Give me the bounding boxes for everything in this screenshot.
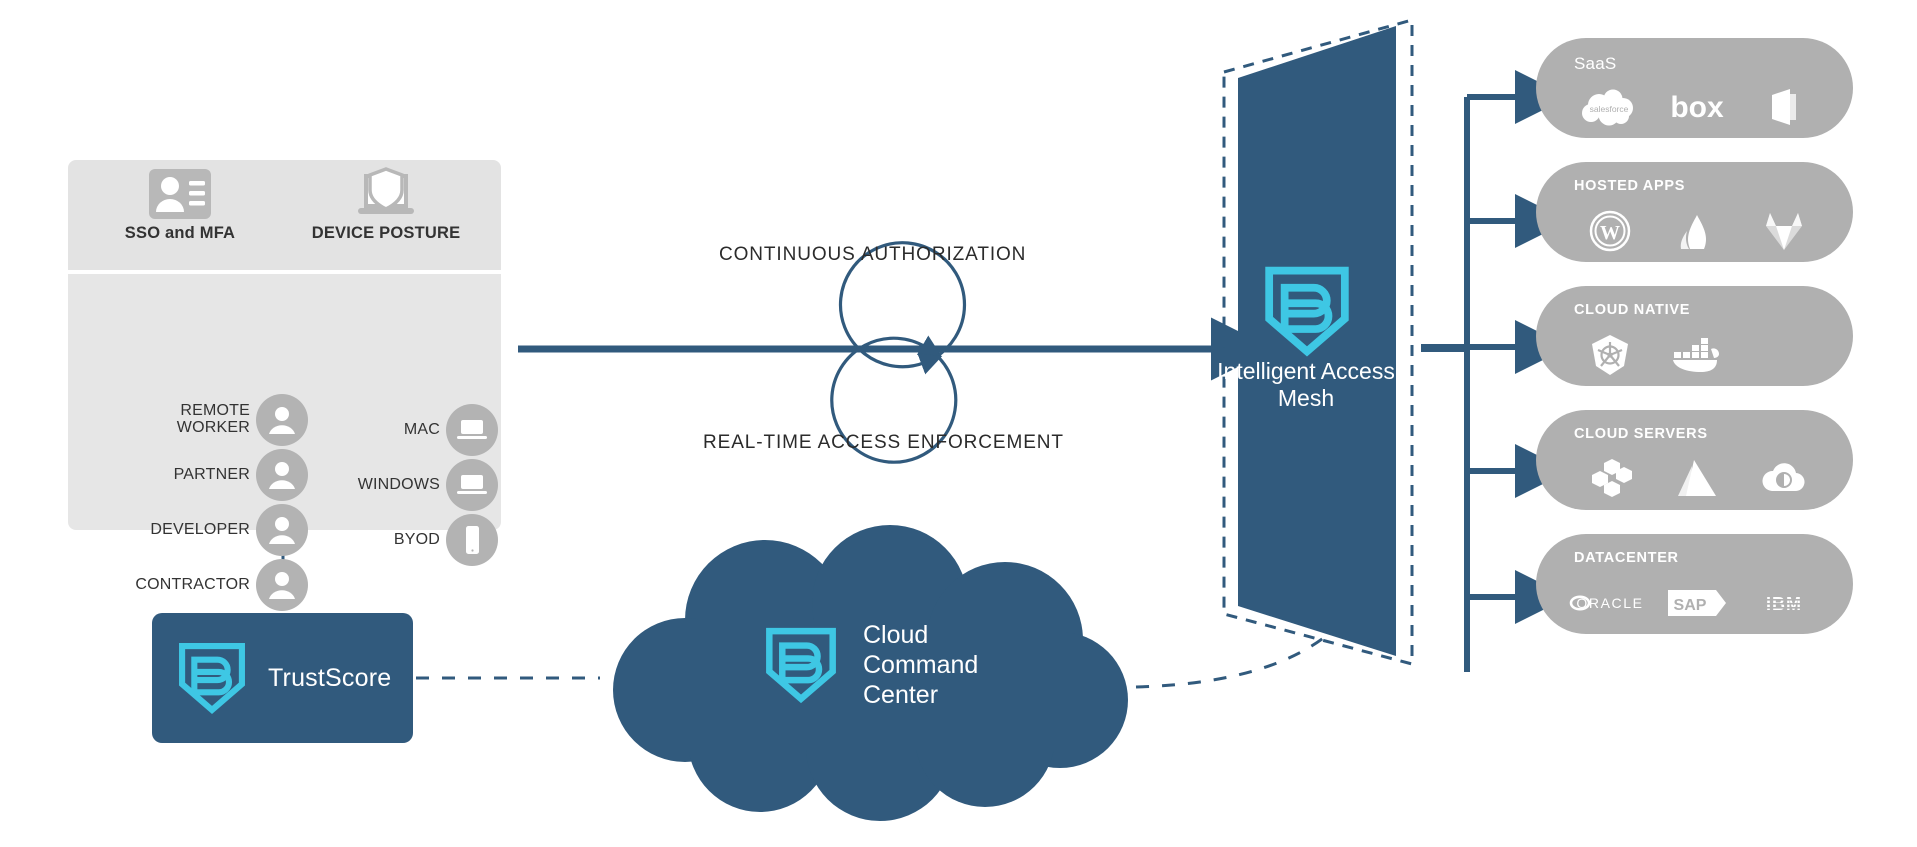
user-type-list: REMOTE WORKER PARTNER DEVELOPER CONTRACT… (68, 392, 308, 612)
list-item[interactable]: MAC (308, 402, 498, 457)
user-type-label: PARTNER (173, 465, 250, 483)
service-card-hosted-apps[interactable]: HOSTED APPS W (1536, 162, 1853, 262)
mesh-title: Intelligent Access Mesh (1217, 358, 1395, 411)
banyan-shield-b-icon (766, 627, 836, 704)
service-card-saas[interactable]: SaaS salesforce box (1536, 38, 1853, 138)
user-type-label: REMOTE WORKER (176, 401, 250, 437)
id-badge-icon (149, 169, 211, 219)
laptop-icon (446, 458, 498, 511)
oracle-logo: ORACLE (1566, 578, 1653, 628)
office365-logo (1741, 82, 1828, 132)
user-type-label: DEVELOPER (150, 520, 250, 538)
docker-logo (1653, 330, 1740, 380)
sap-wordmark: SAP (1674, 597, 1707, 614)
cloud-command-center-label: Cloud Command Center (863, 621, 979, 709)
real-time-enforcement-label: REAL-TIME ACCESS ENFORCEMENT (703, 432, 1064, 453)
device-posture-label: DEVICE POSTURE (311, 224, 461, 242)
laptop-icon (446, 403, 498, 456)
trustscore-label: TrustScore (268, 663, 392, 692)
device-type-label: BYOD (393, 530, 440, 548)
device-posture-column-header: DEVICE POSTURE (286, 167, 486, 243)
mobile-phone-icon (446, 513, 498, 566)
list-item[interactable]: WINDOWS (308, 457, 498, 512)
card-title: CLOUD NATIVE (1574, 302, 1691, 318)
intelligent-access-mesh[interactable]: Intelligent Access Mesh (1216, 18, 1436, 708)
person-icon (256, 448, 308, 501)
person-icon (256, 503, 308, 556)
list-item[interactable]: CONTRACTOR (68, 557, 308, 612)
card-title: CLOUD SERVERS (1574, 426, 1708, 442)
person-icon (256, 558, 308, 611)
banyan-shield-b-icon (179, 642, 245, 715)
salesforce-logo: salesforce (1566, 82, 1653, 132)
box-wordmark: box (1670, 91, 1724, 124)
list-item[interactable]: REMOTE WORKER (68, 392, 308, 447)
microsoft-azure-logo (1653, 454, 1740, 504)
ibm-logo: IBM (1741, 578, 1828, 628)
service-card-cloud-servers[interactable]: CLOUD SERVERS (1536, 410, 1853, 510)
identity-panel-header: SSO and MFA DEVICE POSTURE (68, 160, 501, 270)
wordpress-logo: W (1566, 206, 1653, 256)
continuous-authorization-label: CONTINUOUS AUTHORIZATION (719, 244, 1027, 265)
identity-panel-body: REMOTE WORKER PARTNER DEVELOPER CONTRACT… (68, 274, 501, 611)
banyan-shield-b-icon (1265, 266, 1349, 357)
device-type-label: MAC (403, 420, 440, 438)
user-type-label: CONTRACTOR (135, 575, 250, 593)
google-cloud-logo (1741, 454, 1828, 504)
architecture-diagram: SSO and MFA DEVICE POSTURE REMOTE WORKER (0, 0, 1917, 847)
salesforce-wordmark: salesforce (1589, 104, 1628, 114)
gitlab-logo (1741, 206, 1828, 256)
protected-services-column: SaaS salesforce box HOSTED APPS W CLOUD … (1536, 38, 1856, 658)
sso-mfa-label: SSO and MFA (124, 224, 236, 242)
trustscore-node[interactable]: TrustScore (152, 613, 413, 743)
sap-logo: SAP (1653, 578, 1740, 628)
kubernetes-logo (1566, 330, 1653, 380)
list-item[interactable]: DEVELOPER (68, 502, 308, 557)
laptop-shield-icon (358, 167, 414, 214)
cloud-content: Cloud Command Center (765, 620, 978, 710)
list-item[interactable]: PARTNER (68, 447, 308, 502)
svg-text:W: W (1600, 222, 1620, 244)
card-title: DATACENTER (1574, 550, 1679, 566)
service-card-datacenter[interactable]: DATACENTER ORACLE SAP IBM (1536, 534, 1853, 634)
list-item[interactable]: BYOD (308, 512, 498, 567)
service-card-cloud-native[interactable]: CLOUD NATIVE (1536, 286, 1853, 386)
identity-and-device-panel: SSO and MFA DEVICE POSTURE REMOTE WORKER (68, 160, 501, 611)
aws-ec2-logo (1566, 454, 1653, 504)
cloud-command-center-node[interactable]: Cloud Command Center (590, 525, 1150, 825)
sso-mfa-column-header: SSO and MFA (80, 168, 280, 243)
device-type-list: MAC WINDOWS BYOD (308, 402, 498, 567)
card-title: SaaS (1574, 54, 1617, 73)
person-icon (256, 393, 308, 446)
box-logo: box (1653, 82, 1740, 132)
device-type-label: WINDOWS (357, 475, 440, 493)
atlassian-logo (1653, 206, 1740, 256)
card-title: HOSTED APPS (1574, 178, 1686, 194)
